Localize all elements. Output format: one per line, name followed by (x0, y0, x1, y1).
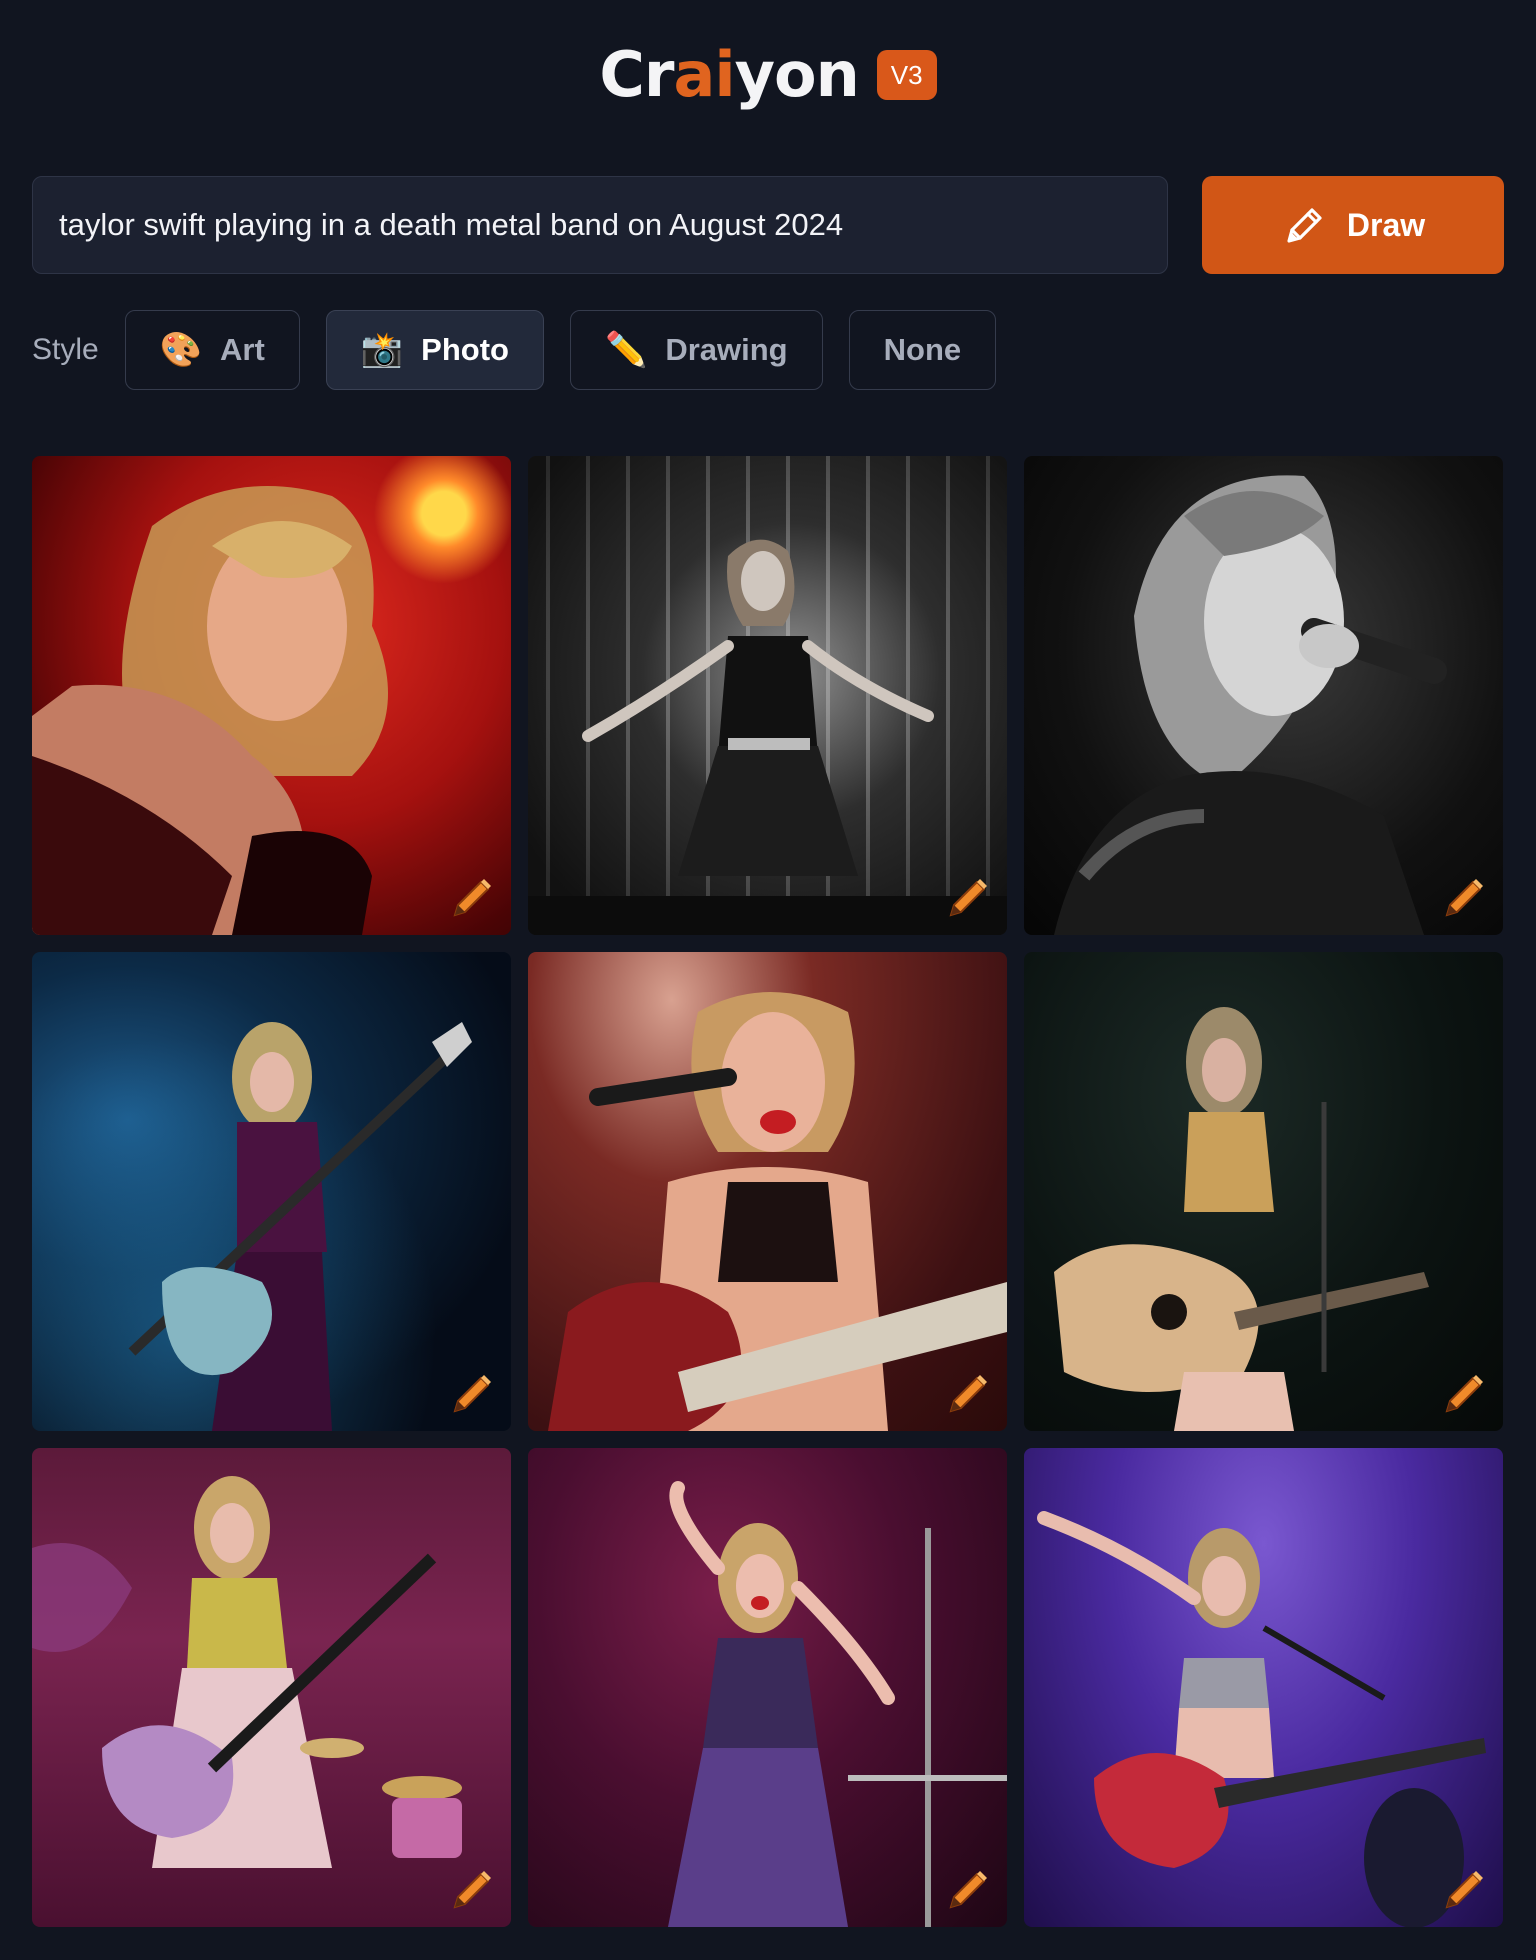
draw-button[interactable]: Draw (1202, 176, 1504, 274)
singer-figure (32, 1476, 462, 1868)
singer-figure (668, 1481, 1007, 1927)
prompt-input[interactable]: taylor swift playing in a death metal ba… (32, 176, 1168, 274)
edit-pencil-icon[interactable] (1441, 1371, 1487, 1417)
edit-pencil-icon[interactable] (945, 1867, 991, 1913)
draw-button-label: Draw (1346, 206, 1426, 243)
singer-figure (128, 1022, 472, 1431)
version-badge: V3 (876, 50, 937, 100)
app-logo[interactable]: Craiyon V3 (0, 44, 1536, 106)
results-grid (32, 456, 1503, 1927)
pencil-icon (1287, 208, 1322, 243)
singer-figure (32, 486, 388, 935)
result-image[interactable] (528, 952, 1007, 1431)
edit-pencil-icon[interactable] (1441, 875, 1487, 921)
singer-figure (1037, 1511, 1486, 1927)
style-label: Style (32, 333, 99, 366)
edit-pencil-icon[interactable] (449, 875, 495, 921)
style-option-label: None (883, 332, 962, 367)
style-selector: Style 🎨 Art 📸 Photo ✏️ Drawing None (32, 308, 997, 392)
style-option-art[interactable]: 🎨 Art (124, 310, 300, 390)
singer-figure (1054, 475, 1447, 935)
edit-pencil-icon[interactable] (945, 1371, 991, 1417)
result-image[interactable] (32, 952, 511, 1431)
singer-figure (1054, 1007, 1429, 1431)
result-image[interactable] (32, 1448, 511, 1927)
camera-flash-icon: 📸 (360, 331, 404, 369)
style-option-label: Photo (421, 332, 509, 367)
result-image[interactable] (528, 456, 1007, 935)
singer-figure (528, 539, 1007, 935)
edit-pencil-icon[interactable] (1441, 1867, 1487, 1913)
style-option-label: Drawing (665, 332, 788, 367)
singer-figure (548, 992, 1007, 1431)
style-option-label: Art (220, 332, 265, 367)
palette-icon: 🎨 (159, 331, 203, 369)
style-option-drawing[interactable]: ✏️ Drawing (569, 310, 823, 390)
result-image[interactable] (1024, 1448, 1503, 1927)
result-image[interactable] (528, 1448, 1007, 1927)
result-image[interactable] (32, 456, 511, 935)
style-option-photo[interactable]: 📸 Photo (325, 310, 544, 390)
edit-pencil-icon[interactable] (449, 1867, 495, 1913)
style-option-none[interactable]: None (848, 310, 997, 390)
result-image[interactable] (1024, 456, 1503, 935)
logo-wordmark: Craiyon (599, 38, 859, 111)
result-image[interactable] (1024, 952, 1503, 1431)
pencil-icon: ✏️ (604, 331, 648, 369)
edit-pencil-icon[interactable] (945, 875, 991, 921)
edit-pencil-icon[interactable] (449, 1371, 495, 1417)
